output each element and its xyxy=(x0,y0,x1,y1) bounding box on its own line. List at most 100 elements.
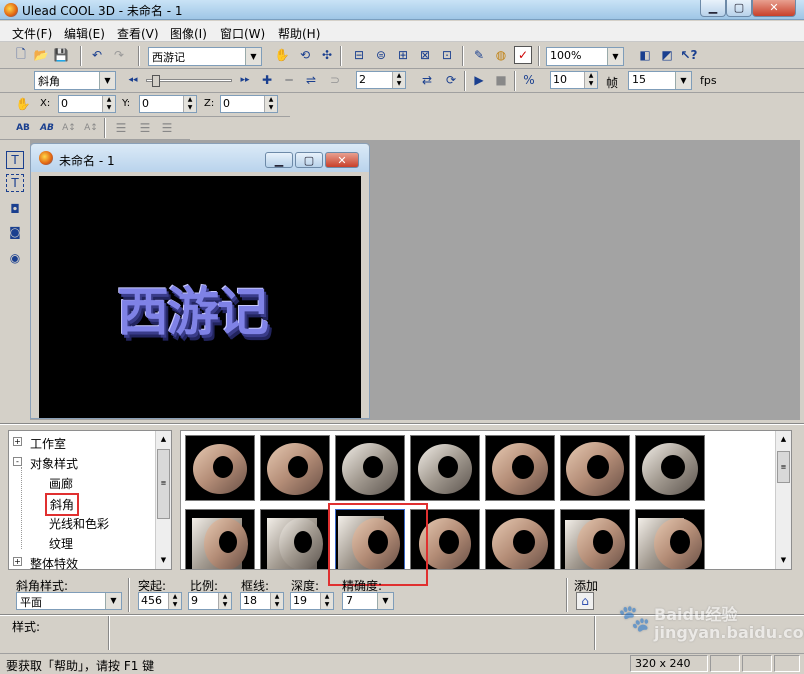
align-right-icon[interactable]: ⊡ xyxy=(438,46,456,64)
text-combo[interactable]: 西游记 ▼ xyxy=(148,47,262,66)
text-align-center-icon[interactable]: ☰ xyxy=(136,119,154,137)
stop-icon[interactable]: ■ xyxy=(492,71,510,89)
hand-move-icon[interactable]: ✋ xyxy=(273,46,291,64)
bevel-thumb-4[interactable] xyxy=(410,435,480,501)
tree-item-gallery[interactable]: 画廊 xyxy=(49,475,73,492)
play-icon[interactable]: ▶ xyxy=(470,71,488,89)
preview-canvas[interactable]: 西游记 xyxy=(39,176,361,418)
resize-object-icon[interactable]: ✣ xyxy=(318,46,336,64)
new-file-icon[interactable]: 🗋 xyxy=(12,46,30,64)
bevel-thumb-12[interactable] xyxy=(485,509,555,569)
tree-toggle[interactable]: + xyxy=(13,557,22,566)
first-key-icon[interactable]: ◂◂ xyxy=(124,71,142,89)
insert-text-icon[interactable]: T xyxy=(6,151,24,169)
ratio-spin[interactable]: 9 ▲ ▼ xyxy=(188,592,232,610)
tree-item-bevel[interactable]: 斜角 xyxy=(45,493,80,516)
text-align-left-icon[interactable]: ☰ xyxy=(112,119,130,137)
fps-combo[interactable]: 15 ▼ xyxy=(628,71,692,90)
bevel-thumb-7[interactable] xyxy=(635,435,705,501)
save-icon[interactable]: 💾 xyxy=(52,46,70,64)
align-middle-icon[interactable]: ⊜ xyxy=(372,46,390,64)
insert-object-icon[interactable]: ◉ xyxy=(6,249,24,267)
tree-scroll-thumb[interactable]: ≡ xyxy=(157,449,170,519)
gallery-scroll-thumb[interactable]: ≡ xyxy=(777,451,790,483)
frame-spin[interactable]: 2 ▲ ▼ xyxy=(356,71,406,89)
insert-shape-icon[interactable]: ◘ xyxy=(6,200,24,218)
frames-total-spin[interactable]: 10 ▲ ▼ xyxy=(550,71,598,89)
bevel-thumb-14[interactable] xyxy=(635,509,705,569)
doc-maximize-button[interactable]: ▢ xyxy=(295,152,323,168)
light-icon[interactable]: ✎ xyxy=(470,46,488,64)
export-icon[interactable]: ◧ xyxy=(636,46,654,64)
zoom-combo[interactable]: 100% ▼ xyxy=(546,47,624,66)
close-button[interactable]: ✕ xyxy=(752,0,796,17)
last-key-icon[interactable]: ▸▸ xyxy=(236,71,254,89)
edit-shape-icon[interactable]: ◙ xyxy=(6,223,24,241)
loop-icon[interactable]: ⊃ xyxy=(326,71,344,89)
tree-toggle[interactable]: + xyxy=(13,437,22,446)
maximize-button[interactable]: ▢ xyxy=(726,0,752,17)
open-folder-icon[interactable]: 📂 xyxy=(32,46,50,64)
tree-item-light-color[interactable]: 光线和色彩 xyxy=(49,515,109,532)
z-spin[interactable]: 0 ▲ ▼ xyxy=(220,95,278,113)
repeat-icon[interactable]: ⟳ xyxy=(442,71,460,89)
undo-icon[interactable]: ↶ xyxy=(88,46,106,64)
position-hand-icon[interactable]: ✋ xyxy=(14,95,32,113)
minimize-button[interactable]: ▁ xyxy=(700,0,726,17)
bevel-thumb-3[interactable] xyxy=(335,435,405,501)
context-help-icon[interactable]: ↖? xyxy=(680,46,698,64)
timeline-thumb[interactable] xyxy=(152,75,160,87)
percent-icon[interactable]: % xyxy=(520,71,538,89)
timeline-slider[interactable] xyxy=(146,75,232,87)
doc-close-button[interactable]: ✕ xyxy=(325,152,359,168)
italic-text-icon[interactable]: AB xyxy=(38,119,56,137)
object-combo[interactable]: 斜角 ▼ xyxy=(34,71,116,90)
text-align-right-icon[interactable]: ☰ xyxy=(158,119,176,137)
border-spin[interactable]: 18 ▲ ▼ xyxy=(240,592,284,610)
menu-window[interactable]: 窗口(W) xyxy=(220,25,265,42)
y-spin[interactable]: 0 ▲ ▼ xyxy=(139,95,197,113)
gallery-scrollbar[interactable]: ▲ ≡ ▼ xyxy=(775,431,791,569)
spacing-down-icon[interactable]: A↕ xyxy=(82,119,100,137)
menu-file[interactable]: 文件(F) xyxy=(12,25,52,42)
bevel-thumb-5[interactable] xyxy=(485,435,555,501)
baidu-watermark: 🐾 Baidu经验 jingyan.baidu.com xyxy=(618,600,804,644)
menu-help[interactable]: 帮助(H) xyxy=(278,25,320,42)
canvas-3d-text[interactable]: 西游记 xyxy=(117,270,269,345)
bevel-style-combo[interactable]: 平面 ▼ xyxy=(16,592,122,610)
web-icon[interactable]: ◩ xyxy=(658,46,676,64)
doc-minimize-button[interactable]: ▁ xyxy=(265,152,293,168)
ping-pong-icon[interactable]: ⇄ xyxy=(418,71,436,89)
bevel-thumb-9[interactable] xyxy=(260,509,330,569)
depth-spin[interactable]: 19 ▲ ▼ xyxy=(290,592,334,610)
bevel-thumb-13[interactable] xyxy=(560,509,630,569)
align-left-icon[interactable]: ⊠ xyxy=(416,46,434,64)
protrude-spin[interactable]: 456 ▲ ▼ xyxy=(138,592,182,610)
bevel-thumb-6[interactable] xyxy=(560,435,630,501)
edit-text-icon[interactable]: T xyxy=(6,174,24,192)
bevel-thumb-8[interactable] xyxy=(185,509,255,569)
add-to-studio-icon[interactable]: ⌂ xyxy=(576,592,594,610)
menu-image[interactable]: 图像(I) xyxy=(170,25,207,42)
precision-combo[interactable]: 7 ▼ xyxy=(342,592,394,610)
remove-key-icon[interactable]: ━ xyxy=(280,71,298,89)
align-bottom-icon[interactable]: ⊞ xyxy=(394,46,412,64)
spacing-up-icon[interactable]: A↕ xyxy=(60,119,78,137)
tree-item-texture[interactable]: 纹理 xyxy=(49,535,73,552)
reverse-key-icon[interactable]: ⇌ xyxy=(302,71,320,89)
tree-toggle[interactable]: - xyxy=(13,457,22,466)
bevel-thumb-1[interactable] xyxy=(185,435,255,501)
align-top-icon[interactable]: ⊟ xyxy=(350,46,368,64)
x-spin[interactable]: 0 ▲ ▼ xyxy=(58,95,116,113)
tree-scrollbar[interactable]: ▲ ≡ ▼ xyxy=(155,431,171,569)
menu-view[interactable]: 查看(V) xyxy=(117,25,159,42)
bevel-thumb-2[interactable] xyxy=(260,435,330,501)
bold-text-icon[interactable]: AB xyxy=(14,119,32,137)
chart-icon[interactable]: ✓ xyxy=(514,46,532,64)
watermark-text: Baidu经验 jingyan.baidu.com xyxy=(654,605,804,642)
globe-icon[interactable]: ◍ xyxy=(492,46,510,64)
redo-icon[interactable]: ↷ xyxy=(110,46,128,64)
menu-edit[interactable]: 编辑(E) xyxy=(64,25,105,42)
add-key-icon[interactable]: ✚ xyxy=(258,71,276,89)
rotate-object-icon[interactable]: ⟲ xyxy=(296,46,314,64)
